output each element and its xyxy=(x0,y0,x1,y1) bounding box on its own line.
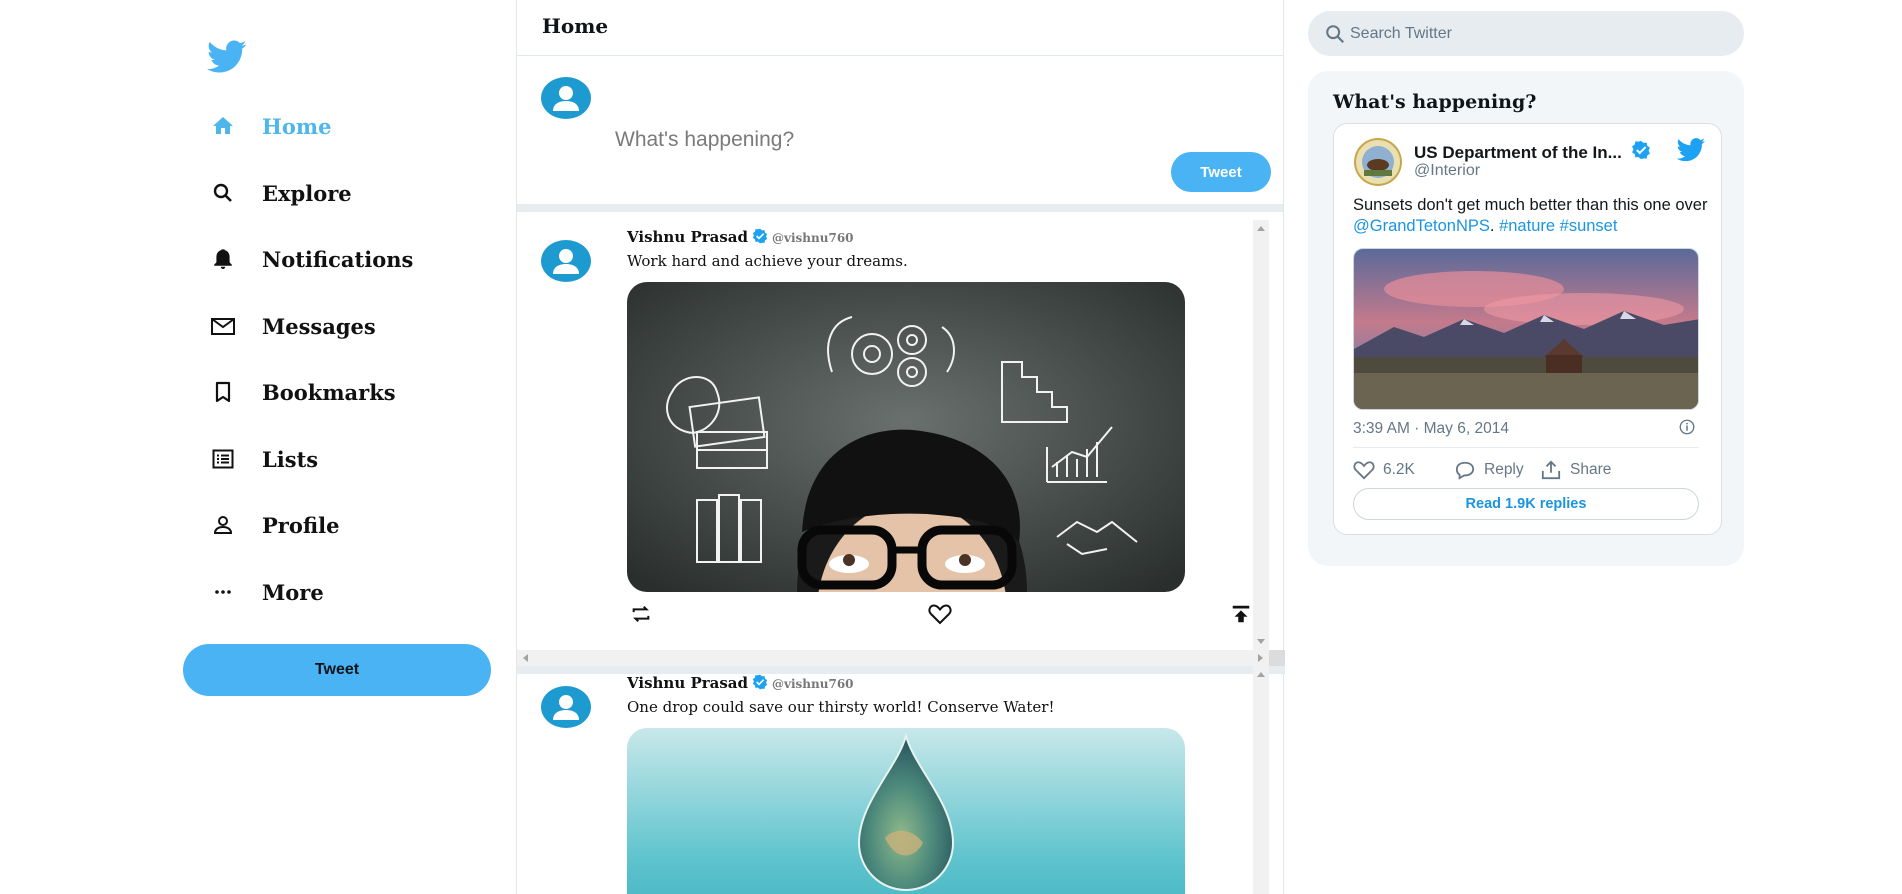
scrollbar-corner xyxy=(1269,650,1285,666)
person-icon xyxy=(210,512,236,538)
bell-icon xyxy=(210,246,236,272)
avatar[interactable] xyxy=(1354,138,1402,186)
divider xyxy=(1353,447,1699,448)
sidebar-item-label: Notifications xyxy=(262,246,414,272)
read-replies-button[interactable]: Read 1.9K replies xyxy=(1353,488,1699,520)
avatar xyxy=(541,77,591,119)
embed-author[interactable]: US Department of the In... xyxy=(1414,143,1622,162)
post-text: One drop could save our thirsty world! C… xyxy=(627,698,1055,716)
embed-reply-button[interactable]: Reply xyxy=(1454,458,1524,482)
share-icon xyxy=(1541,460,1561,480)
more-dots-icon xyxy=(210,579,236,605)
sidebar-item-lists[interactable]: Lists xyxy=(210,439,318,479)
verified-badge-icon xyxy=(752,228,768,248)
search-input[interactable] xyxy=(1350,11,1720,56)
embed-timestamp[interactable]: 3:39 AM · May 6, 2014 xyxy=(1353,420,1509,438)
avatar xyxy=(541,686,591,728)
scroll-down-arrow-icon[interactable] xyxy=(1257,639,1265,644)
sidebar-item-bookmarks[interactable]: Bookmarks xyxy=(210,372,396,412)
sidebar-item-notifications[interactable]: Notifications xyxy=(210,239,413,279)
share-upload-icon[interactable] xyxy=(1227,600,1255,628)
post-image[interactable] xyxy=(627,728,1185,894)
scroll-up-arrow-icon[interactable] xyxy=(1257,672,1265,677)
post-handle[interactable]: @vishnu760 xyxy=(772,677,854,691)
hashtag-link[interactable]: #sunset xyxy=(1560,217,1618,235)
tweet-post: Vishnu Prasad @vishnu760 Work hard and ac… xyxy=(517,220,1269,650)
search-icon xyxy=(210,180,236,206)
info-icon[interactable] xyxy=(1678,418,1696,441)
scroll-right-arrow-icon[interactable] xyxy=(1258,654,1263,662)
embed-image[interactable] xyxy=(1353,248,1699,410)
panel-title: What's happening? xyxy=(1333,91,1537,113)
sidebar-item-more[interactable]: More xyxy=(210,572,324,612)
horizontal-scrollbar[interactable] xyxy=(517,650,1269,666)
main-header: Home xyxy=(517,0,1283,56)
post-text: Work hard and achieve your dreams. xyxy=(627,252,908,270)
post-handle[interactable]: @vishnu760 xyxy=(772,231,854,245)
like-icon[interactable] xyxy=(926,600,954,628)
post-author-line: Vishnu Prasad @vishnu760 xyxy=(627,674,854,694)
post-author[interactable]: Vishnu Prasad xyxy=(627,674,748,692)
post-actions xyxy=(627,600,1250,628)
scroll-up-arrow-icon[interactable] xyxy=(1257,226,1265,231)
main-feed: Home Tweet Vishnu Prasad @vishnu760 Work … xyxy=(516,0,1285,894)
embed-like-button[interactable]: 6.2K xyxy=(1353,458,1415,482)
post-author-line: Vishnu Prasad @vishnu760 xyxy=(627,228,854,248)
sidebar-item-explore[interactable]: Explore xyxy=(210,173,352,213)
verified-badge-icon xyxy=(752,674,768,694)
tweet-button[interactable]: Tweet xyxy=(1171,152,1271,192)
avatar xyxy=(541,240,591,282)
mention-link[interactable]: @GrandTetonNPS xyxy=(1353,217,1490,235)
retweet-icon[interactable] xyxy=(627,600,655,628)
search-bar[interactable] xyxy=(1308,11,1744,56)
reply-label: Reply xyxy=(1484,461,1524,478)
tweet-composer: Tweet xyxy=(517,56,1283,212)
sidebar-item-home[interactable]: Home xyxy=(210,106,331,146)
sidebar-item-label: Messages xyxy=(262,313,376,339)
share-label: Share xyxy=(1570,461,1612,478)
sidebar-item-profile[interactable]: Profile xyxy=(210,505,339,545)
embed-share-button[interactable]: Share xyxy=(1540,458,1611,482)
embed-handle[interactable]: @Interior xyxy=(1414,162,1480,180)
sidebar-item-label: More xyxy=(262,579,324,605)
home-icon xyxy=(210,113,236,139)
vertical-scrollbar[interactable] xyxy=(1253,220,1269,650)
search-icon xyxy=(1324,23,1346,49)
embed-text: Sunsets don't get much better than this … xyxy=(1353,196,1708,235)
whats-happening-panel: What's happening? US Department of the I… xyxy=(1308,71,1744,566)
tweet-post: Vishnu Prasad @vishnu760 One drop could s… xyxy=(517,666,1269,894)
vertical-scrollbar[interactable] xyxy=(1253,666,1269,894)
twitter-bird-icon[interactable] xyxy=(1676,138,1706,167)
embedded-tweet[interactable]: US Department of the In... @Interior Sun… xyxy=(1333,123,1722,535)
post-author[interactable]: Vishnu Prasad xyxy=(627,228,748,246)
compose-input[interactable] xyxy=(615,128,1175,152)
sidebar: Home Explore Notifications Messages Book… xyxy=(0,0,516,894)
page-title: Home xyxy=(542,14,609,38)
heart-icon xyxy=(1353,461,1375,480)
like-count: 6.2K xyxy=(1383,461,1415,478)
mail-icon xyxy=(210,313,236,339)
verified-badge-icon xyxy=(1631,140,1651,165)
sidebar-item-label: Profile xyxy=(262,512,340,538)
sidebar-item-label: Home xyxy=(262,113,332,139)
reply-bubble-icon xyxy=(1455,461,1475,480)
hashtag-link[interactable]: #nature xyxy=(1499,217,1555,235)
twitter-bird-icon[interactable] xyxy=(207,40,247,74)
post-image[interactable] xyxy=(627,282,1185,592)
sidebar-item-messages[interactable]: Messages xyxy=(210,306,376,346)
sidebar-item-label: Bookmarks xyxy=(262,379,396,405)
bookmark-icon xyxy=(210,379,236,405)
list-icon xyxy=(210,446,236,472)
sidebar-item-label: Lists xyxy=(262,446,319,472)
sidebar-item-label: Explore xyxy=(262,180,352,206)
scroll-left-arrow-icon[interactable] xyxy=(523,654,528,662)
sidebar-tweet-button[interactable]: Tweet xyxy=(183,644,491,696)
